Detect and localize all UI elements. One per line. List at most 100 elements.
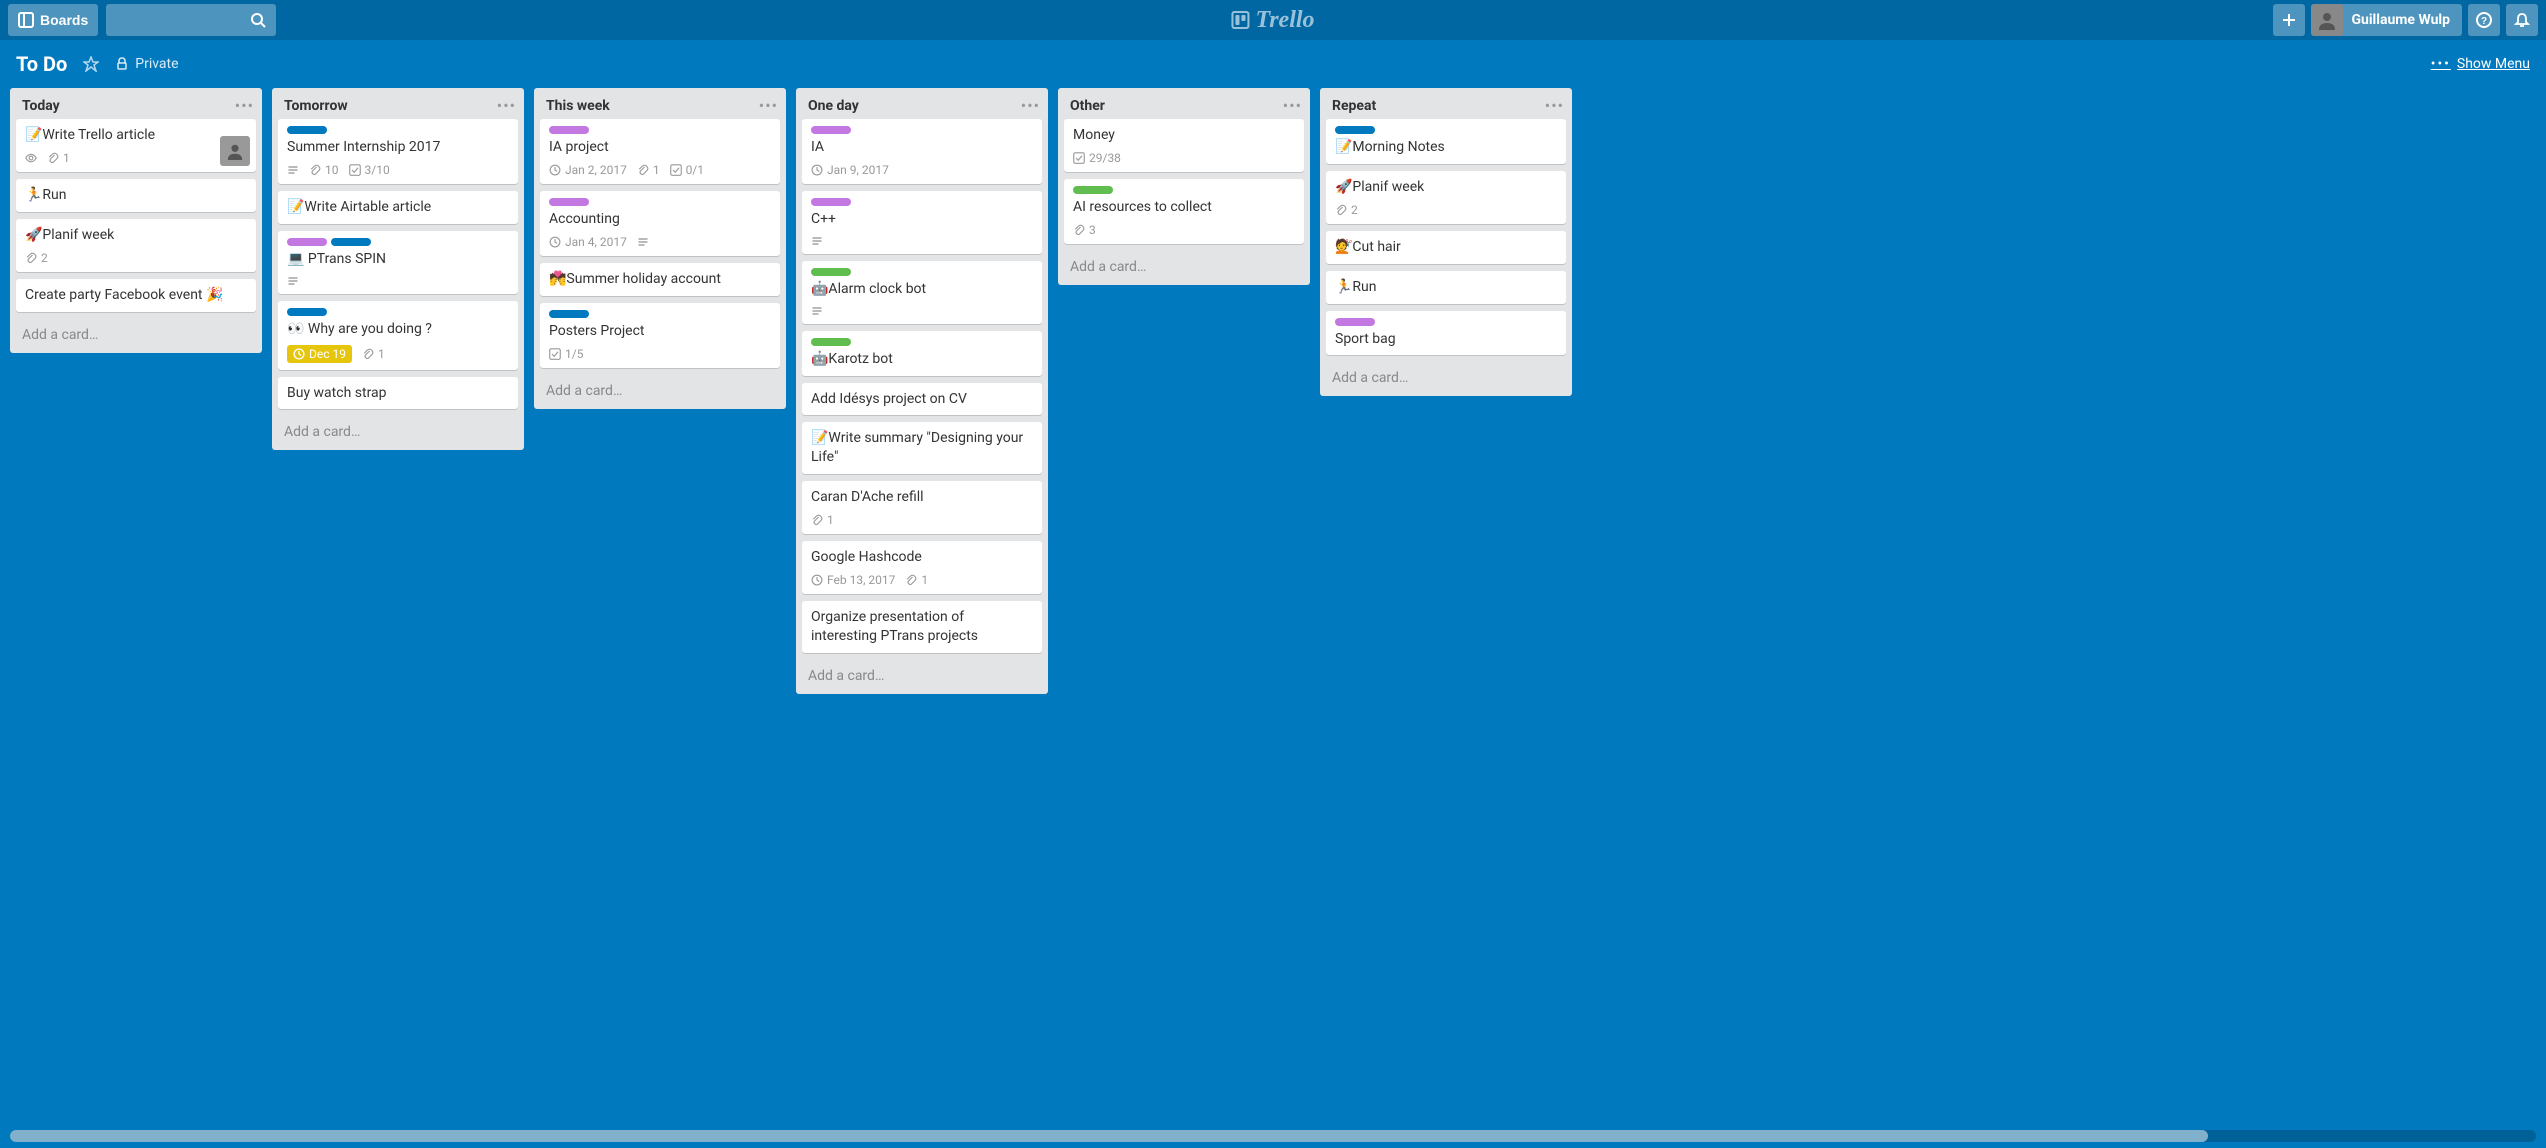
- attachment-badge: 2: [25, 251, 48, 265]
- list-title[interactable]: Repeat: [1332, 98, 1376, 114]
- date-badge: Feb 13, 2017: [811, 573, 895, 587]
- card-title: Caran D'Ache refill: [811, 488, 1033, 507]
- list-menu-button[interactable]: •••: [1021, 96, 1040, 115]
- card[interactable]: 💻 PTrans SPIN: [278, 231, 518, 294]
- card[interactable]: AccountingJan 4, 2017: [540, 191, 780, 256]
- card-badges: Jan 2, 201710/1: [549, 163, 771, 177]
- privacy-indicator[interactable]: Private: [115, 56, 178, 72]
- card-title: 🤖Alarm clock bot: [811, 280, 1033, 299]
- card[interactable]: IAJan 9, 2017: [802, 119, 1042, 184]
- list-title[interactable]: Today: [22, 98, 60, 114]
- star-icon: [83, 56, 99, 72]
- scrollbar-thumb[interactable]: [10, 1130, 2208, 1142]
- label-green[interactable]: [1073, 186, 1113, 194]
- board-canvas[interactable]: Today ••• 📝Write Trello article1 🏃Run 🚀Plani…: [0, 88, 2546, 1136]
- card-labels: [1335, 126, 1557, 134]
- svg-text:?: ?: [2481, 16, 2487, 27]
- card[interactable]: 👀 Why are you doing ?Dec 191: [278, 301, 518, 370]
- label-purple[interactable]: [811, 126, 851, 134]
- add-card-button[interactable]: Add a card…: [1058, 251, 1310, 285]
- card-badges: [287, 275, 509, 287]
- label-purple[interactable]: [1335, 318, 1375, 326]
- user-menu[interactable]: Guillaume Wulp: [2311, 4, 2462, 36]
- horizontal-scrollbar[interactable]: [10, 1130, 2536, 1142]
- list-header: Today •••: [10, 88, 262, 119]
- card-title: Sport bag: [1335, 330, 1557, 349]
- label-purple[interactable]: [549, 126, 589, 134]
- card[interactable]: 🏃Run: [1326, 271, 1566, 304]
- list-title[interactable]: Other: [1070, 98, 1105, 114]
- list-menu-button[interactable]: •••: [1283, 96, 1302, 115]
- list-menu-button[interactable]: •••: [497, 96, 516, 115]
- label-blue[interactable]: [287, 308, 327, 316]
- card[interactable]: 📝Morning Notes: [1326, 119, 1566, 164]
- search-input[interactable]: [106, 4, 276, 36]
- card[interactable]: Google HashcodeFeb 13, 20171: [802, 541, 1042, 594]
- card[interactable]: 🤖Alarm clock bot: [802, 261, 1042, 324]
- card[interactable]: Sport bag: [1326, 311, 1566, 356]
- bell-icon: [2514, 12, 2530, 28]
- card[interactable]: 📝Write Airtable article: [278, 191, 518, 224]
- label-purple[interactable]: [811, 198, 851, 206]
- trello-logo[interactable]: Trello: [1231, 7, 1314, 34]
- label-green[interactable]: [811, 338, 851, 346]
- label-blue[interactable]: [287, 126, 327, 134]
- boards-button[interactable]: Boards: [8, 4, 98, 36]
- card[interactable]: 🤖Karotz bot: [802, 331, 1042, 376]
- add-button[interactable]: [2273, 4, 2305, 36]
- card-badges: [811, 305, 1033, 317]
- list-menu-button[interactable]: •••: [1545, 96, 1564, 115]
- ellipsis-icon: •••: [2431, 56, 2451, 72]
- label-blue[interactable]: [549, 310, 589, 318]
- label-green[interactable]: [811, 268, 851, 276]
- description-badge: [637, 236, 649, 248]
- card[interactable]: Money29/38: [1064, 119, 1304, 172]
- card[interactable]: Organize presentation of interesting PTr…: [802, 601, 1042, 653]
- board-title[interactable]: To Do: [16, 52, 67, 76]
- card[interactable]: 🚀Planif week2: [16, 219, 256, 272]
- add-card-button[interactable]: Add a card…: [534, 375, 786, 409]
- card[interactable]: 💇Cut hair: [1326, 231, 1566, 264]
- info-button[interactable]: ?: [2468, 4, 2500, 36]
- card-title: 📝Morning Notes: [1335, 138, 1557, 157]
- card[interactable]: C++: [802, 191, 1042, 254]
- add-card-button[interactable]: Add a card…: [272, 416, 524, 450]
- card[interactable]: 📝Write Trello article1: [16, 119, 256, 172]
- label-purple[interactable]: [287, 238, 327, 246]
- card[interactable]: 💏Summer holiday account: [540, 263, 780, 296]
- list-title[interactable]: Tomorrow: [284, 98, 348, 114]
- add-card-button[interactable]: Add a card…: [796, 660, 1048, 694]
- add-card-button[interactable]: Add a card…: [10, 319, 262, 353]
- card[interactable]: Caran D'Ache refill 1: [802, 481, 1042, 534]
- add-card-button[interactable]: Add a card…: [1320, 362, 1572, 396]
- card[interactable]: Summer Internship 2017103/10: [278, 119, 518, 184]
- card[interactable]: 🏃Run: [16, 179, 256, 212]
- global-header: Boards Trello Guillaume Wulp ?: [0, 0, 2546, 40]
- label-blue[interactable]: [1335, 126, 1375, 134]
- list-title[interactable]: This week: [546, 98, 610, 114]
- attachment-badge: 1: [637, 163, 660, 177]
- card-badges: 3: [1073, 223, 1295, 237]
- card[interactable]: IA projectJan 2, 201710/1: [540, 119, 780, 184]
- card[interactable]: Buy watch strap: [278, 377, 518, 410]
- list-menu-button[interactable]: •••: [235, 96, 254, 115]
- list-menu-button[interactable]: •••: [759, 96, 778, 115]
- card[interactable]: Posters Project1/5: [540, 303, 780, 368]
- card[interactable]: 🚀Planif week2: [1326, 171, 1566, 224]
- label-purple[interactable]: [549, 198, 589, 206]
- star-button[interactable]: [83, 56, 99, 72]
- show-menu-button[interactable]: ••• Show Menu: [2431, 56, 2530, 72]
- card[interactable]: 📝Write summary "Designing your Life": [802, 422, 1042, 474]
- list-cards: IA projectJan 2, 201710/1 AccountingJan 4…: [534, 119, 786, 375]
- card-title: 📝Write summary "Designing your Life": [811, 429, 1033, 467]
- card-badges: 29/38: [1073, 151, 1295, 165]
- label-blue[interactable]: [331, 238, 371, 246]
- card[interactable]: AI resources to collect3: [1064, 179, 1304, 244]
- member-avatar[interactable]: [220, 136, 250, 166]
- notifications-button[interactable]: [2506, 4, 2538, 36]
- card-badges: 1: [811, 513, 1033, 527]
- card-labels: [549, 310, 771, 318]
- list-title[interactable]: One day: [808, 98, 859, 114]
- card[interactable]: Add Idésys project on CV: [802, 383, 1042, 416]
- card[interactable]: Create party Facebook event 🎉: [16, 279, 256, 312]
